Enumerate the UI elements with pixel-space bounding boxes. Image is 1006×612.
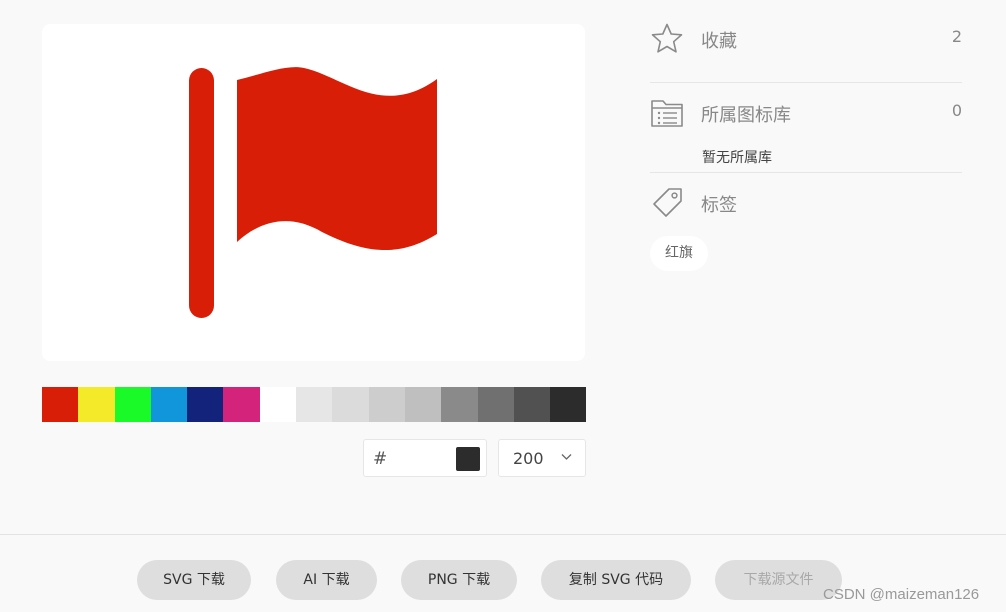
favorites-count: 2 [951,27,962,46]
color-swatch-14[interactable] [550,387,587,422]
library-row: 所属图标库 0 [650,96,962,132]
favorites-label: 收藏 [701,31,737,52]
current-color-chip[interactable] [456,447,480,471]
color-palette [42,387,587,422]
color-swatch-1[interactable] [78,387,115,422]
color-swatch-10[interactable] [404,387,442,422]
png-download-button[interactable]: PNG 下载 [401,560,517,600]
copy-svg-code-button[interactable]: 复制 SVG 代码 [541,560,691,600]
footer-divider [0,534,1006,535]
color-swatch-7[interactable] [296,387,333,422]
color-input-field[interactable]: # [363,439,487,477]
size-select[interactable]: 200 [498,439,586,477]
icon-preview [42,24,585,361]
hex-color-input[interactable] [388,446,448,470]
red-flag-icon [189,67,437,318]
tags-row: 标签 [650,186,962,222]
color-swatch-5[interactable] [223,387,260,422]
watermark: CSDN @maizeman126 [823,586,980,603]
chevron-down-icon [561,454,572,460]
tag-chip[interactable]: 红旗 [650,236,708,271]
star-icon[interactable] [650,22,684,56]
svg-download-button[interactable]: SVG 下载 [137,560,251,600]
hash-symbol: # [373,449,388,469]
color-swatch-4[interactable] [187,387,224,422]
tag-icon [653,188,682,217]
divider [650,172,962,173]
divider [650,82,962,83]
color-swatch-11[interactable] [441,387,478,422]
color-swatch-0[interactable] [42,387,79,422]
no-library-text: 暂无所属库 [702,150,772,166]
color-swatch-2[interactable] [114,387,151,422]
color-swatch-3[interactable] [150,387,188,422]
color-swatch-8[interactable] [332,387,369,422]
color-swatch-13[interactable] [513,387,551,422]
color-swatch-9[interactable] [368,387,405,422]
ai-download-button[interactable]: AI 下载 [276,560,377,600]
size-value: 200 [513,449,544,468]
folder-list-icon [651,100,683,127]
color-swatch-12[interactable] [477,387,514,422]
library-count: 0 [951,101,962,120]
favorites-row[interactable]: 收藏 2 [650,22,962,58]
color-swatch-6[interactable] [259,387,297,422]
library-label: 所属图标库 [701,105,791,126]
tags-label: 标签 [701,195,737,216]
